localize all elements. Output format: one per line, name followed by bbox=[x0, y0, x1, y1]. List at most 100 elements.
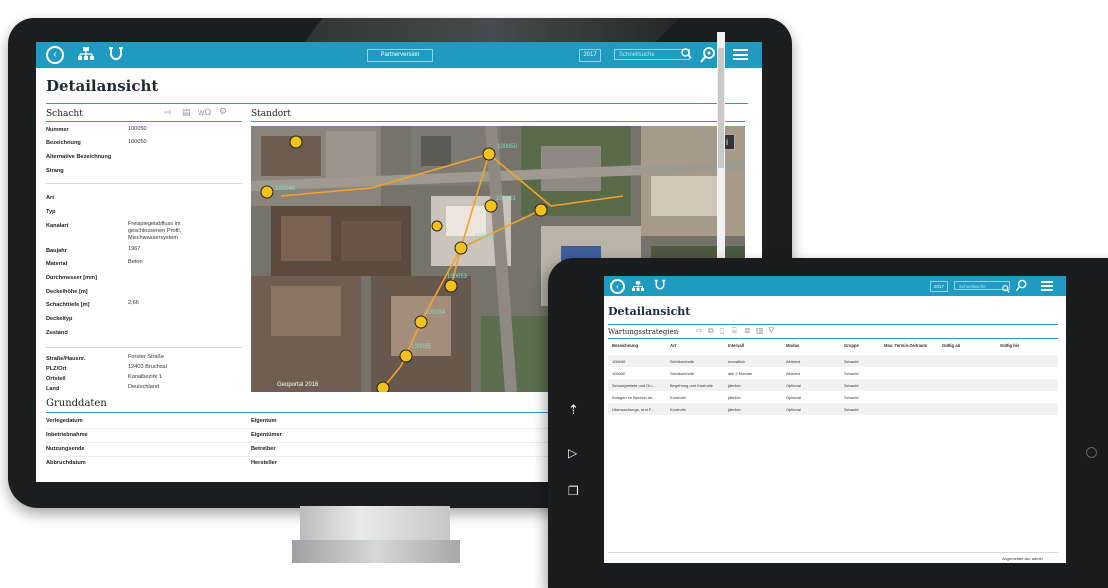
table-row[interactable]: Überwachungs- und F... Kontrolle jährlic… bbox=[608, 403, 1058, 415]
svg-text:100052: 100052 bbox=[475, 234, 496, 240]
field-label: Hersteller bbox=[251, 460, 277, 466]
menu-icon[interactable] bbox=[1041, 281, 1053, 291]
field-label: Deckeltyp bbox=[46, 316, 73, 322]
advanced-search-icon[interactable] bbox=[699, 46, 717, 66]
table-cell: Aktiviert bbox=[786, 359, 801, 364]
chart-icon[interactable]: ⌸ bbox=[732, 326, 737, 336]
back-icon[interactable]: ‹ bbox=[610, 279, 625, 294]
pipe-icon[interactable] bbox=[654, 279, 666, 293]
footer-divider bbox=[608, 552, 1058, 553]
field-value: Deutschland bbox=[128, 384, 160, 390]
field-value: 12403 Bruchsal bbox=[128, 364, 167, 370]
pipe-icon[interactable] bbox=[108, 46, 124, 64]
map-copyright: Geoportal 2016 bbox=[277, 382, 319, 388]
advanced-search-icon[interactable] bbox=[1015, 279, 1028, 294]
field-value: 2,66 bbox=[128, 300, 139, 306]
table-cell: Schacht bbox=[844, 359, 859, 364]
field-label: Land bbox=[46, 386, 60, 392]
table-cell: jährlich bbox=[728, 395, 741, 400]
column-header[interactable]: Modus bbox=[786, 343, 800, 348]
table-cell: Schacht bbox=[844, 383, 859, 388]
tablet-screen: ‹ 2017 Schnellsuche Detailansicht Wartun… bbox=[604, 276, 1066, 563]
year-selector[interactable]: 2017 bbox=[930, 281, 948, 292]
title-divider bbox=[608, 324, 1058, 325]
table-cell: 100040 bbox=[612, 359, 626, 364]
field-label: Art bbox=[46, 195, 55, 201]
partner-version-button[interactable]: Partnerversion bbox=[367, 49, 433, 62]
document-icon[interactable]: ▯ bbox=[720, 326, 724, 335]
share-icon[interactable]: ⇡ bbox=[568, 402, 579, 418]
svg-text:100051: 100051 bbox=[496, 196, 517, 202]
copy-icon[interactable]: ⧉ bbox=[708, 326, 714, 336]
table-cell: alle 2 Monate bbox=[728, 371, 753, 376]
export-icon[interactable]: ⇨ bbox=[164, 107, 172, 118]
quick-search-placeholder: Schnellsuche bbox=[959, 284, 986, 289]
menu-icon[interactable] bbox=[733, 49, 748, 60]
svg-text:100040: 100040 bbox=[275, 186, 296, 192]
column-header[interactable]: Intervall bbox=[728, 343, 744, 348]
table-cell: jährlich bbox=[728, 383, 741, 388]
field-value: Beton bbox=[128, 259, 143, 265]
table-row[interactable]: 100040 Sichtkontrolle monatlich Aktivier… bbox=[608, 355, 1058, 367]
field-label: Verlegedatum bbox=[46, 418, 83, 424]
tablet-home-button[interactable] bbox=[1086, 447, 1097, 458]
network-icon[interactable] bbox=[632, 280, 644, 294]
filter-icon[interactable]: ⛛ bbox=[768, 326, 775, 336]
field-value: Kanalbezirk 1 bbox=[128, 374, 162, 380]
table-row[interactable]: 100050 Sichtkontrolle alle 2 Monate Akti… bbox=[608, 367, 1058, 379]
clipboard-icon[interactable]: ▤ bbox=[182, 107, 191, 118]
page-title: Detailansicht bbox=[608, 305, 691, 318]
settings-icon[interactable]: ⚙ bbox=[219, 106, 227, 117]
search-icon[interactable] bbox=[681, 48, 692, 62]
column-header[interactable]: Gültig bis bbox=[1000, 343, 1019, 348]
field-label: Alternative Bezeichnung bbox=[46, 154, 112, 160]
monitor-stand-base bbox=[292, 540, 460, 563]
year-selector[interactable]: 2017 bbox=[579, 49, 601, 62]
field-value: 100050 bbox=[128, 139, 147, 145]
table-row[interactable]: Anlagen im Bereich de... Kontrolle jährl… bbox=[608, 391, 1058, 403]
forward-icon[interactable]: ▷ bbox=[568, 446, 577, 460]
field-label: Nutzungsende bbox=[46, 446, 85, 452]
field-label: Material bbox=[46, 261, 68, 267]
logged-in-user: Angemeldet als: admin bbox=[1002, 556, 1043, 561]
list-icon[interactable]: ≣ bbox=[744, 326, 751, 335]
network-icon[interactable] bbox=[78, 47, 94, 63]
table-cell: Sichtkontrolle bbox=[670, 371, 695, 376]
svg-text:100055: 100055 bbox=[411, 344, 432, 350]
back-icon[interactable]: ‹ bbox=[46, 46, 64, 64]
table-cell: jährlich bbox=[728, 407, 741, 412]
table-cell: Überwachungs- und F... bbox=[612, 407, 655, 412]
svg-text:100053: 100053 bbox=[447, 274, 468, 280]
schacht-divider bbox=[46, 121, 242, 122]
page-title: Detailansicht bbox=[46, 77, 159, 95]
table-row[interactable]: Schutzgebiete und Gu... Begehung und Kon… bbox=[608, 379, 1058, 391]
column-header[interactable]: Gruppe bbox=[844, 343, 859, 348]
column-header[interactable]: Art bbox=[670, 343, 676, 348]
search-icon[interactable] bbox=[1002, 281, 1010, 295]
columns-icon[interactable]: ▥ bbox=[756, 326, 764, 335]
field-value: Freispiegelabfluss im geschlossenen Prof… bbox=[128, 221, 182, 241]
copy-icon[interactable]: ❐ bbox=[568, 484, 579, 498]
field-label: Strang bbox=[46, 168, 64, 174]
scrollbar-thumb[interactable] bbox=[718, 48, 724, 168]
column-header[interactable]: Bezeichnung bbox=[612, 343, 638, 348]
column-header[interactable]: Gültig ab bbox=[942, 343, 960, 348]
table-cell: Optional bbox=[786, 395, 801, 400]
column-header[interactable]: Max. Termin-Zeitraum bbox=[884, 343, 927, 348]
svg-text:100054: 100054 bbox=[425, 310, 446, 316]
table-cell: Optional bbox=[786, 383, 801, 388]
measure-icon[interactable]: wΩ bbox=[198, 107, 211, 117]
field-label: PLZ/Ort bbox=[46, 366, 67, 372]
field-label: Kanalart bbox=[46, 223, 69, 229]
app-header: ‹ Partnerversion 2017 Schnellsuche bbox=[36, 42, 762, 68]
quick-search-input[interactable]: Schnellsuche bbox=[614, 49, 690, 60]
field-label: Deckelhöhe [m] bbox=[46, 289, 88, 295]
section-divider bbox=[608, 338, 1058, 339]
table-cell: Kontrolle bbox=[670, 395, 686, 400]
schacht-separator bbox=[46, 347, 242, 348]
wartung-section-title: Wartungsstrategien bbox=[608, 328, 679, 336]
table-cell: Kontrolle bbox=[670, 407, 686, 412]
standort-section-title: Standort bbox=[251, 109, 292, 119]
table-cell: Schacht bbox=[844, 395, 859, 400]
export-icon[interactable]: ⇨ bbox=[696, 326, 703, 335]
